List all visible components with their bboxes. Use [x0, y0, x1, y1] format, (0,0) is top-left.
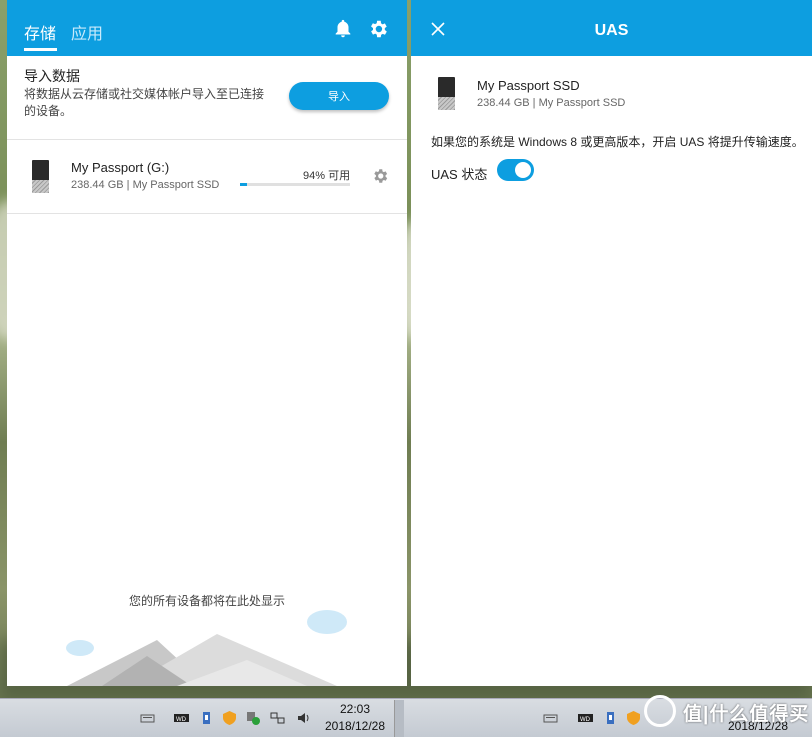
available-space-label: 94% 可用 [303, 170, 351, 182]
toggle-knob [515, 162, 531, 178]
wd-icon[interactable]: WD [578, 711, 593, 725]
device-row[interactable]: My Passport (G:) 238.44 GB | My Passport… [7, 140, 407, 214]
security-check-icon[interactable] [246, 711, 261, 725]
shield-icon[interactable] [222, 711, 237, 725]
import-title: 导入数据 [24, 68, 80, 84]
watermark-logo [644, 695, 676, 727]
network-icon[interactable] [270, 711, 285, 725]
tab-storage[interactable]: 存储 [24, 20, 56, 44]
capacity-bar-fill [240, 183, 247, 186]
uas-header: UAS [411, 0, 812, 56]
tab-apps[interactable]: 应用 [71, 20, 103, 44]
mountain-illustration [66, 610, 347, 686]
clock-time[interactable]: 22:03 [325, 702, 385, 716]
volume-icon[interactable] [296, 711, 311, 725]
drive-icon [32, 160, 49, 193]
device-details: 238.44 GB | My Passport SSD [477, 97, 626, 109]
uas-description: 如果您的系统是 Windows 8 或更高版本，开启 UAS 将提升传输速度。 [431, 135, 804, 149]
storage-panel: 存储 应用 导入数据 将数据从云存储或社交媒体帐户导入至已连接的设备。 导入 M… [7, 0, 407, 686]
device-summary: My Passport SSD 238.44 GB | My Passport … [411, 56, 812, 120]
usb-icon[interactable] [199, 711, 214, 725]
uas-settings-panel: UAS My Passport SSD 238.44 GB | My Passp… [411, 0, 812, 686]
svg-text:WD: WD [580, 717, 591, 723]
capacity-bar [240, 183, 350, 186]
svg-text:WD: WD [176, 717, 187, 723]
device-settings-gear-icon[interactable] [371, 167, 389, 185]
watermark-text: 值|什么值得买 [683, 704, 810, 725]
uas-status-label: UAS 状态 [431, 167, 488, 182]
clock-date[interactable]: 2018/12/28 [319, 719, 391, 733]
bell-icon[interactable] [332, 18, 354, 40]
uas-toggle[interactable] [497, 159, 534, 181]
settings-gear-icon[interactable] [367, 18, 389, 40]
keyboard-icon[interactable] [140, 711, 155, 725]
shield-icon[interactable] [626, 711, 641, 725]
wd-icon[interactable]: WD [174, 711, 189, 725]
device-details: 238.44 GB | My Passport SSD [71, 179, 220, 191]
device-name: My Passport SSD [477, 78, 580, 93]
keyboard-icon[interactable] [543, 711, 558, 725]
drive-icon [438, 77, 455, 110]
device-name: My Passport (G:) [71, 160, 170, 175]
import-data-section: 导入数据 将数据从云存储或社交媒体帐户导入至已连接的设备。 导入 [7, 56, 407, 140]
import-description: 将数据从云存储或社交媒体帐户导入至已连接的设备。 [24, 87, 265, 118]
usb-icon[interactable] [603, 711, 618, 725]
panel-title: UAS [594, 22, 629, 39]
import-button[interactable]: 导入 [289, 82, 389, 110]
active-tab-indicator [24, 48, 57, 51]
show-desktop-button[interactable] [394, 700, 404, 737]
app-header: 存储 应用 [7, 0, 407, 56]
